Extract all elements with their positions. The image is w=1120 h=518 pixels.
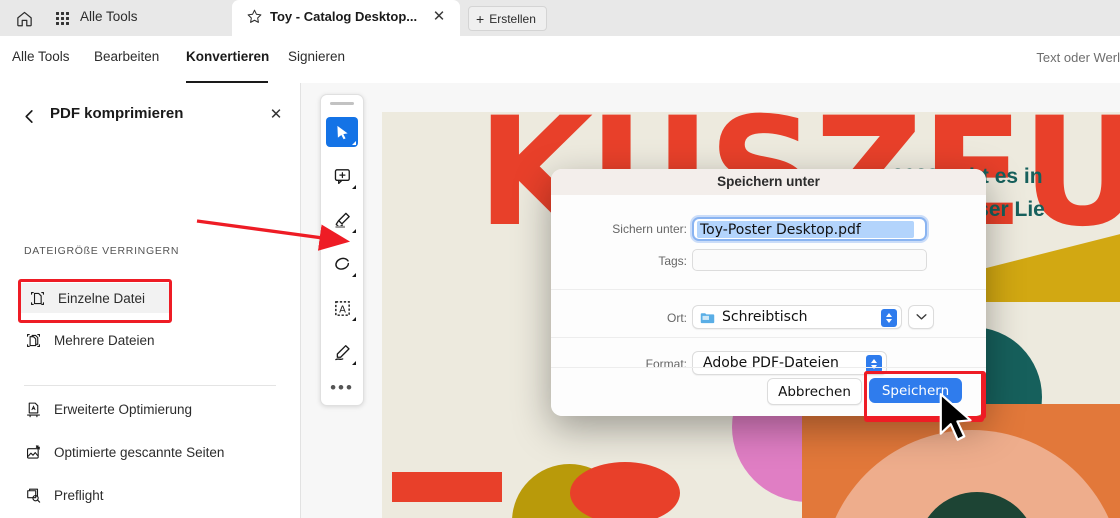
location-value: Schreibtisch <box>722 309 808 325</box>
tags-label: Tags: <box>658 254 687 268</box>
save-button[interactable]: Speichern <box>869 378 962 403</box>
document-tab[interactable]: Toy - Catalog Desktop... ✕ <box>232 0 460 36</box>
comment-tool[interactable] <box>326 161 358 191</box>
dialog-separator-1 <box>551 289 986 290</box>
sidebar-divider <box>24 385 276 386</box>
menu-item-alle-tools[interactable]: Alle Tools <box>12 49 70 64</box>
cancel-button[interactable]: Abbrechen <box>767 378 862 405</box>
grid-icon[interactable] <box>52 6 72 30</box>
filename-label: Sichern unter: <box>612 222 687 236</box>
sidebar-item-preflight[interactable]: Preflight <box>24 480 104 510</box>
annotation-toolbar: A ••• <box>320 94 364 406</box>
sidebar-item-label: Preflight <box>54 487 104 503</box>
menu-item-bearbeiten[interactable]: Bearbeiten <box>94 49 159 64</box>
chevron-down-icon <box>352 273 356 277</box>
tool-sidebar: PDF komprimieren ✕ DATEIGRÖßE VERRINGERN… <box>0 83 301 518</box>
close-icon[interactable]: ✕ <box>266 105 286 125</box>
sidebar-item-label: Erweiterte Optimierung <box>54 401 193 417</box>
toolbar-drag-handle[interactable] <box>330 102 354 105</box>
stepper-icon[interactable] <box>866 355 882 373</box>
location-select[interactable]: Schreibtisch <box>692 305 902 329</box>
sidebar-item-optimierte-gescannte-seiten[interactable]: Optimierte gescannte Seiten <box>24 437 224 467</box>
close-icon[interactable]: ✕ <box>430 8 448 26</box>
sidebar-item-einzelne-datei[interactable]: Einzelne Datei <box>18 283 172 313</box>
sidebar-item-label: Mehrere Dateien <box>54 332 155 348</box>
home-icon[interactable] <box>10 5 38 31</box>
sidebar-item-label: Einzelne Datei <box>58 290 146 306</box>
single-file-icon <box>28 289 47 308</box>
sidebar-item-label: Optimierte gescannte Seiten <box>54 444 225 460</box>
sign-tool[interactable] <box>326 337 358 367</box>
location-expand-button[interactable] <box>908 305 934 329</box>
filename-input[interactable]: Toy-Poster Desktop.pdf <box>692 217 927 241</box>
chevron-down-icon <box>352 185 356 189</box>
acrobat-window: Alle Tools Toy - Catalog Desktop... ✕ + … <box>0 0 1120 518</box>
sidebar-section-label: DATEIGRÖßE VERRINGERN <box>24 245 180 257</box>
dialog-separator-3 <box>551 367 986 368</box>
dialog-body: Sichern unter: Toy-Poster Desktop.pdf Ta… <box>551 195 986 416</box>
chevron-down-icon <box>352 361 356 365</box>
menu-item-konvertieren[interactable]: Konvertieren <box>186 49 269 64</box>
folder-icon <box>700 311 715 324</box>
create-button[interactable]: + Erstellen <box>468 6 547 31</box>
dialog-title: Speichern unter <box>551 169 986 195</box>
menu-bar: Alle Tools Bearbeiten Konvertieren Signi… <box>0 36 1120 84</box>
text-select-tool[interactable]: A <box>326 293 358 323</box>
stepper-icon[interactable] <box>881 309 897 327</box>
highlight-tool[interactable] <box>326 205 358 235</box>
more-tools-button[interactable]: ••• <box>321 379 363 396</box>
tab-bar: Alle Tools Toy - Catalog Desktop... ✕ + … <box>0 0 1120 36</box>
format-label: Format: <box>645 357 687 371</box>
chevron-left-icon[interactable] <box>18 105 40 127</box>
preflight-icon <box>24 486 43 505</box>
chevron-down-icon <box>352 229 356 233</box>
sidebar-item-mehrere-dateien[interactable]: Mehrere Dateien <box>24 325 155 355</box>
scanned-pages-icon <box>24 443 43 462</box>
filename-value: Toy-Poster Desktop.pdf <box>700 222 861 238</box>
create-button-label: Erstellen <box>489 11 536 26</box>
dialog-separator-2 <box>551 337 986 338</box>
format-select[interactable]: Adobe PDF-Dateien <box>692 351 887 375</box>
sidebar-item-erweiterte-optimierung[interactable]: Erweiterte Optimierung <box>24 394 192 424</box>
multiple-files-icon <box>24 331 43 350</box>
tags-input[interactable] <box>692 249 927 271</box>
plus-icon: + <box>476 10 485 27</box>
advanced-optimization-icon <box>24 400 43 419</box>
chevron-down-icon <box>352 317 356 321</box>
menu-item-signieren[interactable]: Signieren <box>288 49 345 64</box>
poster-shape-red-rect <box>392 472 502 502</box>
tab-title: Toy - Catalog Desktop... <box>270 9 418 24</box>
location-label: Ort: <box>667 311 687 325</box>
all-tools-label[interactable]: Alle Tools <box>80 9 138 24</box>
poster-shape-red-ellipse <box>570 462 680 518</box>
draw-oval-tool[interactable] <box>326 249 358 279</box>
chevron-down-icon <box>352 141 356 145</box>
save-as-dialog: Speichern unter Sichern unter: Toy-Poste… <box>551 169 986 422</box>
page-title: PDF komprimieren <box>50 105 184 122</box>
svg-text:A: A <box>339 304 346 315</box>
format-value: Adobe PDF-Dateien <box>703 355 839 371</box>
star-icon[interactable] <box>246 8 263 30</box>
search-hint-label[interactable]: Text oder Werl <box>1036 50 1120 65</box>
select-tool[interactable] <box>326 117 358 147</box>
